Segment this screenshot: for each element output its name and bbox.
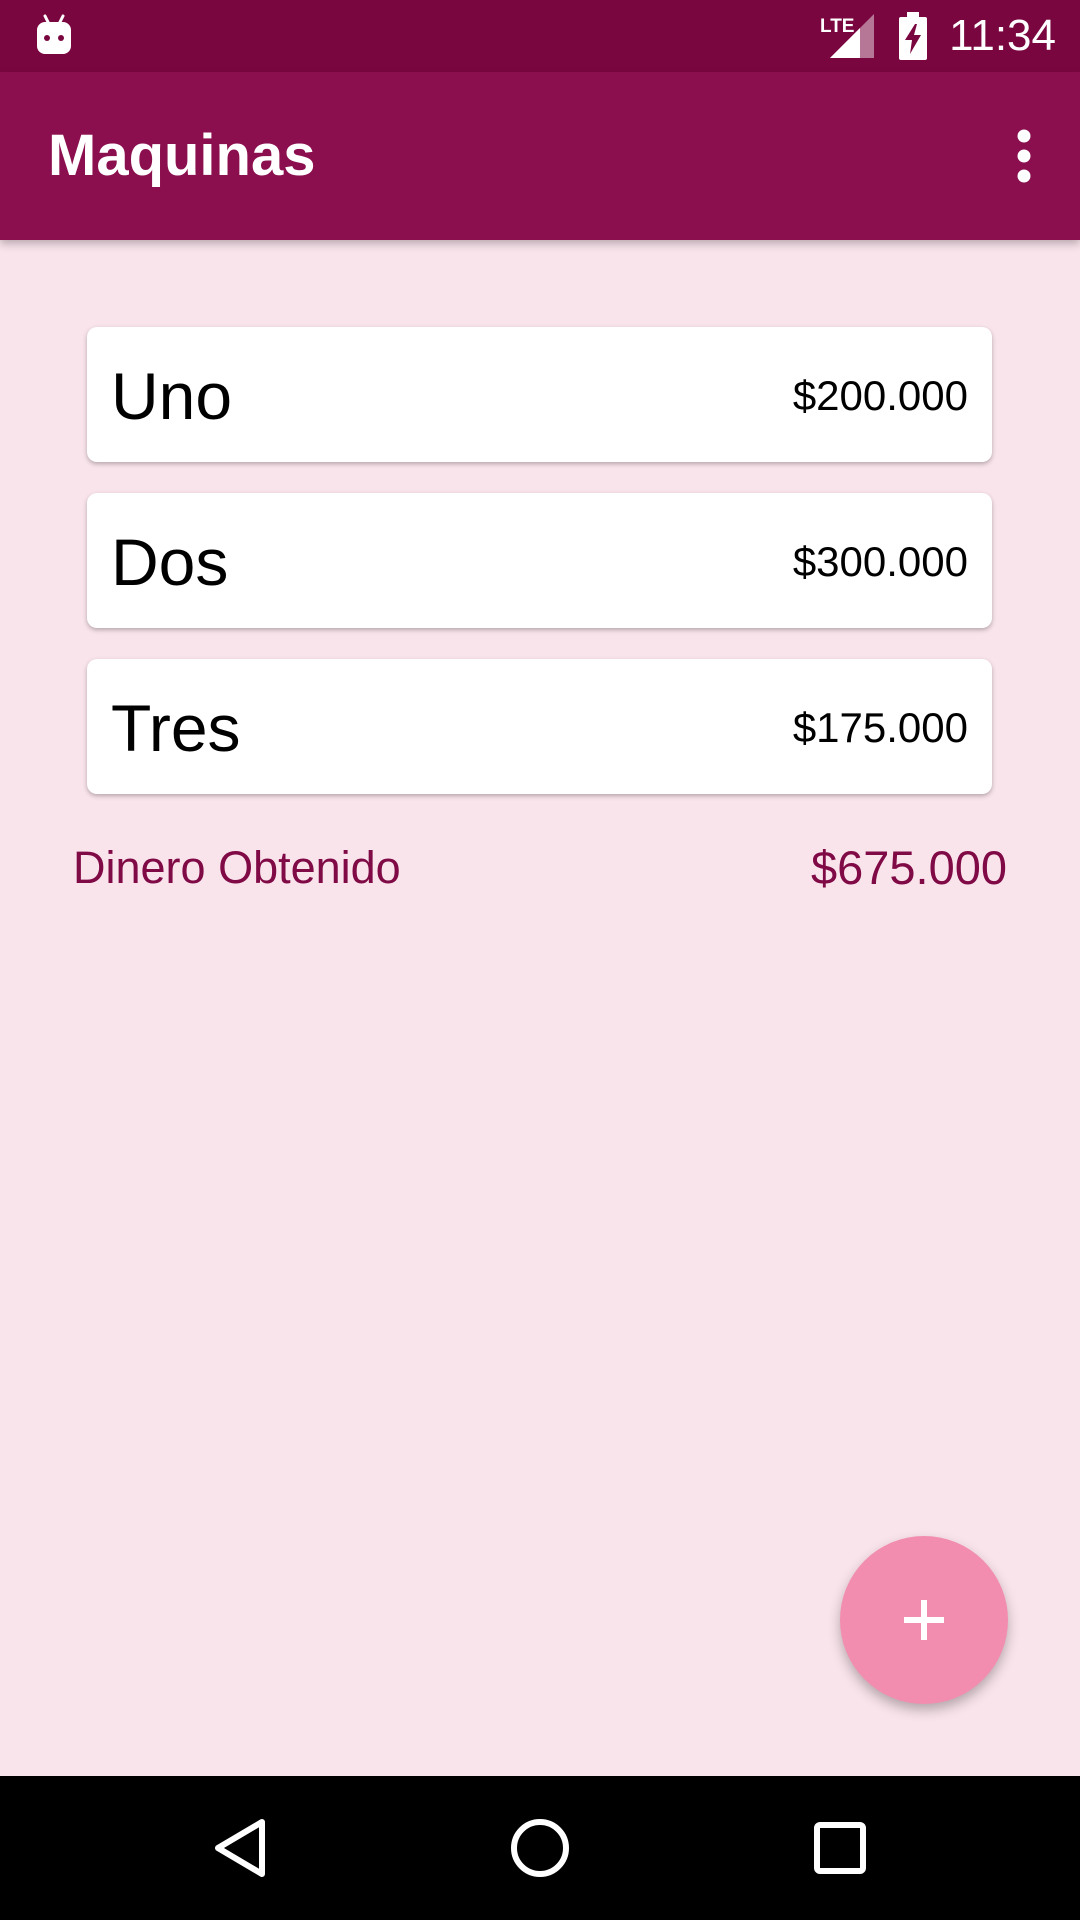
status-bar: LTE 11:34 (0, 0, 1080, 72)
more-vertical-icon (1017, 129, 1031, 183)
lte-signal-icon: LTE (820, 14, 874, 58)
navigation-bar (0, 1776, 1080, 1920)
machine-card-tres[interactable]: Tres $175.000 (87, 659, 992, 794)
machine-amount: $200.000 (792, 372, 968, 419)
machine-name: Tres (111, 691, 241, 765)
battery-charging-icon (899, 12, 927, 60)
android-debug-icon (37, 14, 71, 54)
recents-button[interactable] (792, 1800, 888, 1896)
page-title: Maquinas (48, 123, 316, 188)
status-clock: 11:34 (949, 11, 1056, 60)
machine-card-uno[interactable]: Uno $200.000 (87, 327, 992, 462)
plus-icon (904, 1600, 944, 1640)
svg-text:LTE: LTE (820, 16, 854, 37)
machine-amount: $175.000 (792, 704, 968, 751)
machine-name: Dos (111, 525, 229, 599)
recents-icon (814, 1822, 866, 1874)
app-bar: Maquinas (0, 72, 1080, 240)
total-label: Dinero Obtenido (73, 842, 401, 893)
machine-name: Uno (111, 359, 233, 433)
total-value: $675.000 (810, 841, 1007, 894)
home-button[interactable] (492, 1800, 588, 1896)
home-icon (511, 1819, 569, 1877)
add-machine-button[interactable] (840, 1536, 1008, 1704)
back-button[interactable] (192, 1800, 288, 1896)
overflow-menu-button[interactable] (988, 108, 1060, 204)
machine-card-dos[interactable]: Dos $300.000 (87, 493, 992, 628)
machine-amount: $300.000 (792, 538, 968, 585)
back-icon (215, 1819, 265, 1877)
